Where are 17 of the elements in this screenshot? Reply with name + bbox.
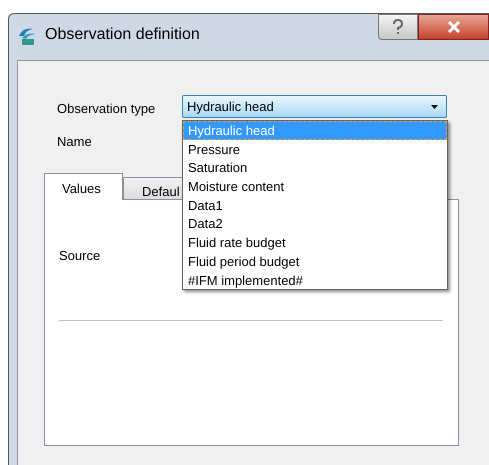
dropdown-field[interactable]: Hydraulic head — [182, 95, 447, 118]
help-button[interactable] — [378, 14, 418, 40]
close-button[interactable] — [418, 14, 489, 40]
dropdown-option[interactable]: Pressure — [183, 140, 447, 158]
field-label: Name — [57, 133, 92, 151]
dropdown-option[interactable]: Fluid period budget — [183, 252, 447, 270]
dropdown-option[interactable]: Data2 — [183, 214, 447, 234]
dropdown-arrow-icon — [431, 104, 438, 108]
close-icon — [446, 21, 460, 33]
help-icon — [392, 19, 404, 35]
field-label: Source — [59, 247, 100, 265]
dropdown-option[interactable]: Fluid rate budget — [183, 233, 447, 252]
dropdown-option[interactable]: #IFM implemented# — [183, 270, 447, 290]
dropdown-option[interactable]: Saturation — [183, 158, 447, 178]
window-title: Observation definition — [45, 25, 200, 45]
field-label: Observation type — [57, 100, 156, 118]
tab[interactable]: Values — [44, 173, 123, 200]
